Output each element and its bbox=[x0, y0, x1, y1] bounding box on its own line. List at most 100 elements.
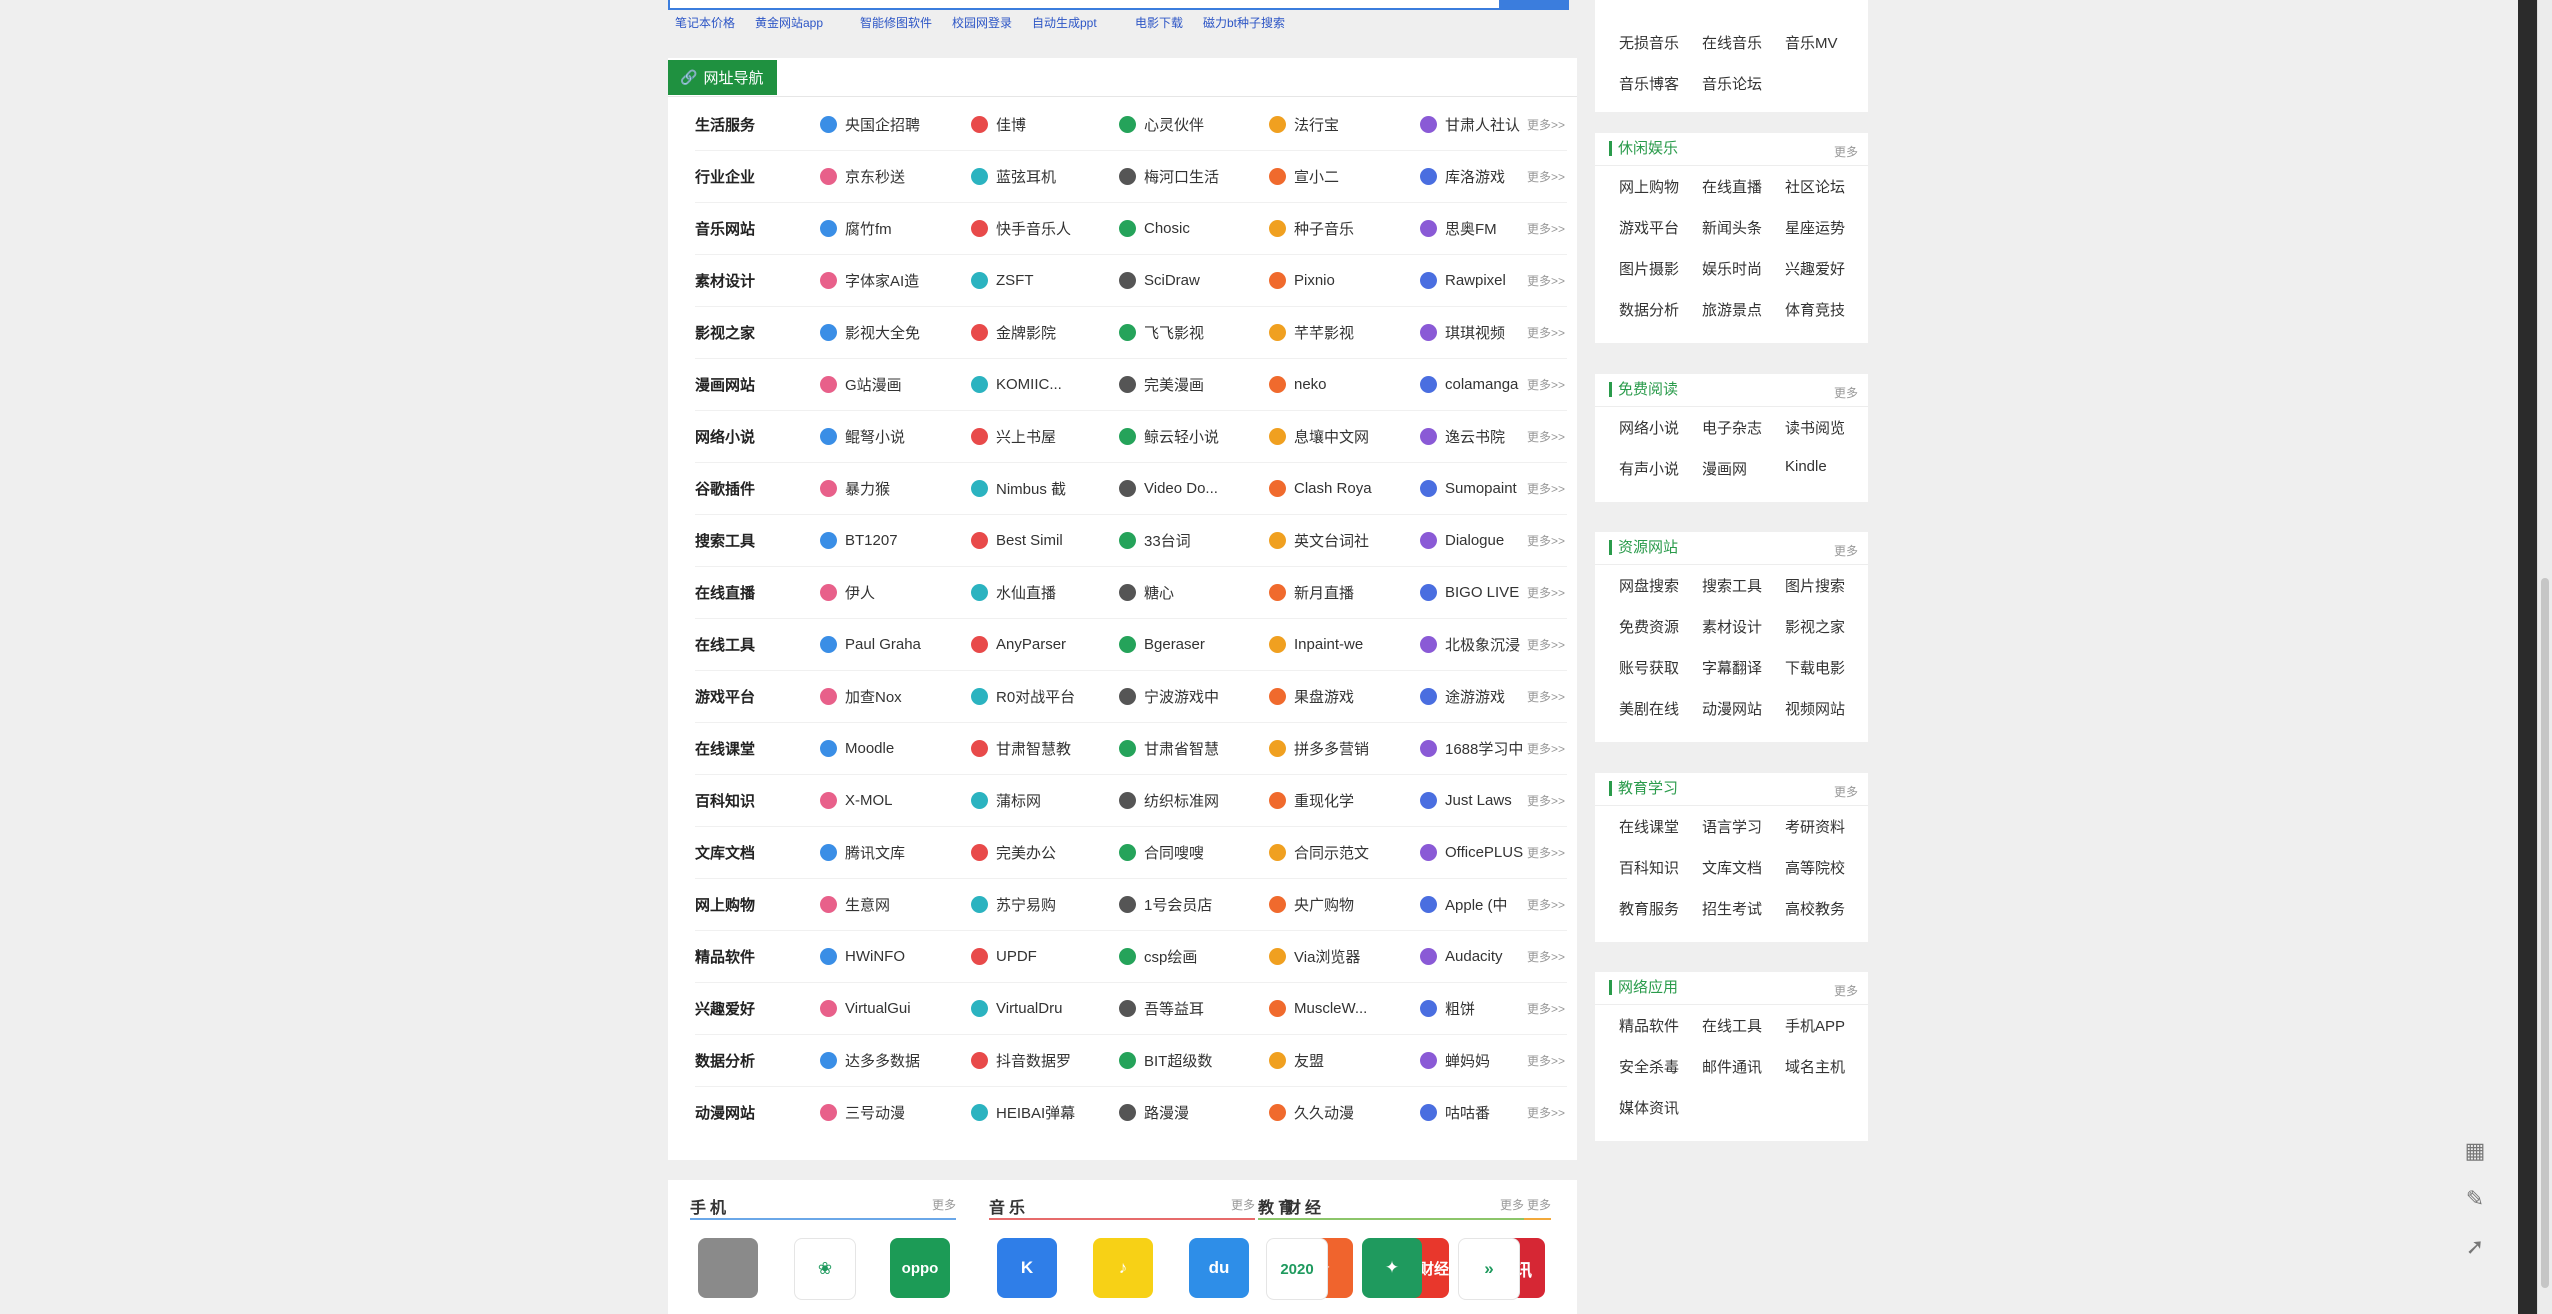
more-link[interactable]: 更多>> bbox=[1527, 688, 1565, 705]
sidebar-link[interactable]: 读书阅览 bbox=[1785, 417, 1845, 438]
site-link[interactable]: 完美办公 bbox=[971, 842, 1056, 863]
sidebar-link[interactable]: 媒体资讯 bbox=[1619, 1097, 1679, 1118]
site-link[interactable]: 甘肃人社认 bbox=[1420, 114, 1520, 135]
hot-link[interactable]: 电影下载 bbox=[1135, 14, 1183, 31]
search-button[interactable] bbox=[1499, 0, 1569, 8]
row-category[interactable]: 在线直播 bbox=[695, 582, 795, 603]
site-link[interactable]: 腾讯文库 bbox=[820, 842, 905, 863]
site-link[interactable]: Clash Roya bbox=[1269, 479, 1372, 497]
more-link[interactable]: 更多>> bbox=[1527, 168, 1565, 185]
sidebar-link[interactable]: 手机APP bbox=[1785, 1015, 1845, 1036]
site-link[interactable]: 北极象沉浸 bbox=[1420, 634, 1520, 655]
sidebar-link[interactable]: 音乐MV bbox=[1785, 32, 1838, 53]
site-link[interactable]: Best Simil bbox=[971, 531, 1063, 549]
site-link[interactable]: 鲸云轻小说 bbox=[1119, 426, 1219, 447]
row-category[interactable]: 在线课堂 bbox=[695, 738, 795, 759]
site-link[interactable]: 京东秒送 bbox=[820, 166, 905, 187]
sidebar-link[interactable]: 在线直播 bbox=[1702, 176, 1762, 197]
site-link[interactable]: 宁波游戏中 bbox=[1119, 686, 1219, 707]
sidebar-link[interactable]: 动漫网站 bbox=[1702, 698, 1762, 719]
qqmusic-icon[interactable]: ♪ bbox=[1093, 1238, 1153, 1298]
site-link[interactable]: 抖音数据罗 bbox=[971, 1050, 1071, 1071]
site-link[interactable]: 苏宁易购 bbox=[971, 894, 1056, 915]
sidebar-link[interactable]: 娱乐时尚 bbox=[1702, 258, 1762, 279]
sidebar-link[interactable]: 数据分析 bbox=[1619, 299, 1679, 320]
app-column-more[interactable]: 更多 bbox=[1231, 1196, 1255, 1213]
site-link[interactable]: 金牌影院 bbox=[971, 322, 1056, 343]
site-link[interactable]: 达多多数据 bbox=[820, 1050, 920, 1071]
hot-link[interactable]: 智能修图软件 bbox=[860, 14, 932, 31]
site-link[interactable]: UPDF bbox=[971, 947, 1037, 965]
site-link[interactable]: 琪琪视频 bbox=[1420, 322, 1505, 343]
more-link[interactable]: 更多>> bbox=[1527, 948, 1565, 965]
site-link[interactable]: Via浏览器 bbox=[1269, 946, 1360, 967]
edu-arrow-icon[interactable]: » bbox=[1458, 1238, 1520, 1300]
site-link[interactable]: 友盟 bbox=[1269, 1050, 1324, 1071]
sidebar-link[interactable]: 美剧在线 bbox=[1619, 698, 1679, 719]
site-link[interactable]: BIT超级数 bbox=[1119, 1050, 1212, 1071]
site-link[interactable]: 33台词 bbox=[1119, 530, 1191, 551]
sidebar-more-link[interactable]: 更多 bbox=[1834, 783, 1858, 800]
site-link[interactable]: 鲲弩小说 bbox=[820, 426, 905, 447]
site-link[interactable]: SciDraw bbox=[1119, 271, 1200, 289]
sidebar-link[interactable]: 网络小说 bbox=[1619, 417, 1679, 438]
edu-2020-icon[interactable]: 2020 bbox=[1266, 1238, 1328, 1300]
site-link[interactable]: Nimbus 截 bbox=[971, 478, 1066, 499]
sidebar-link[interactable]: 文库文档 bbox=[1702, 857, 1762, 878]
sidebar-link[interactable]: 新闻头条 bbox=[1702, 217, 1762, 238]
site-link[interactable]: Apple (中 bbox=[1420, 894, 1508, 915]
site-link[interactable]: 快手音乐人 bbox=[971, 218, 1071, 239]
more-link[interactable]: 更多>> bbox=[1527, 324, 1565, 341]
sidebar-link[interactable]: 在线音乐 bbox=[1702, 32, 1762, 53]
sidebar-link[interactable]: 招生考试 bbox=[1702, 898, 1762, 919]
huawei-icon[interactable]: ❀ bbox=[794, 1238, 856, 1300]
site-link[interactable]: Video Do... bbox=[1119, 479, 1218, 497]
site-link[interactable]: VirtualGui bbox=[820, 999, 911, 1017]
site-link[interactable]: 字体家AI造 bbox=[820, 270, 919, 291]
site-link[interactable]: Paul Graha bbox=[820, 635, 921, 653]
scrollbar-thumb[interactable] bbox=[2541, 578, 2549, 1288]
sidebar-more-link[interactable]: 更多 bbox=[1834, 542, 1858, 559]
site-link[interactable]: MuscleW... bbox=[1269, 999, 1367, 1017]
site-link[interactable]: 1688学习中 bbox=[1420, 738, 1523, 759]
site-link[interactable]: AnyParser bbox=[971, 635, 1066, 653]
sidebar-link[interactable]: 教育服务 bbox=[1619, 898, 1679, 919]
site-link[interactable]: 库洛游戏 bbox=[1420, 166, 1505, 187]
qrcode-icon[interactable]: ▦ bbox=[2460, 1136, 2490, 1166]
site-link[interactable]: 英文台词社 bbox=[1269, 530, 1369, 551]
sidebar-link[interactable]: 高等院校 bbox=[1785, 857, 1845, 878]
sidebar-more-link[interactable]: 更多 bbox=[1834, 384, 1858, 401]
site-link[interactable]: 途游游戏 bbox=[1420, 686, 1505, 707]
row-category[interactable]: 数据分析 bbox=[695, 1050, 795, 1071]
site-link[interactable]: 影视大全免 bbox=[820, 322, 920, 343]
site-link[interactable]: HEIBAI弹幕 bbox=[971, 1102, 1075, 1123]
more-link[interactable]: 更多>> bbox=[1527, 532, 1565, 549]
site-link[interactable]: 重现化学 bbox=[1269, 790, 1354, 811]
sidebar-link[interactable]: 在线工具 bbox=[1702, 1015, 1762, 1036]
site-link[interactable]: Sumopaint bbox=[1420, 479, 1517, 497]
site-link[interactable]: Inpaint-we bbox=[1269, 635, 1363, 653]
site-link[interactable]: colamanga bbox=[1420, 375, 1518, 393]
nav-tab[interactable]: 🔗 网址导航 bbox=[668, 60, 778, 95]
row-category[interactable]: 文库文档 bbox=[695, 842, 795, 863]
sidebar-link[interactable]: 网盘搜索 bbox=[1619, 575, 1679, 596]
row-category[interactable]: 素材设计 bbox=[695, 270, 795, 291]
sidebar-link[interactable]: 游戏平台 bbox=[1619, 217, 1679, 238]
sidebar-link[interactable]: 语言学习 bbox=[1702, 816, 1762, 837]
site-link[interactable]: VirtualDru bbox=[971, 999, 1062, 1017]
row-category[interactable]: 网络小说 bbox=[695, 426, 795, 447]
site-link[interactable]: 三号动漫 bbox=[820, 1102, 905, 1123]
hot-link[interactable]: 自动生成ppt bbox=[1032, 14, 1097, 31]
feedback-icon[interactable]: ✎ bbox=[2460, 1184, 2490, 1214]
more-link[interactable]: 更多>> bbox=[1527, 116, 1565, 133]
site-link[interactable]: 新月直播 bbox=[1269, 582, 1354, 603]
more-link[interactable]: 更多>> bbox=[1527, 584, 1565, 601]
app-column-more[interactable]: 更多 bbox=[1527, 1196, 1551, 1213]
site-link[interactable]: 咕咕番 bbox=[1420, 1102, 1490, 1123]
site-link[interactable]: Just Laws bbox=[1420, 791, 1512, 809]
back-to-top-icon[interactable]: ➚ bbox=[2460, 1232, 2490, 1262]
more-link[interactable]: 更多>> bbox=[1527, 272, 1565, 289]
sidebar-link[interactable]: 下载电影 bbox=[1785, 657, 1845, 678]
row-category[interactable]: 游戏平台 bbox=[695, 686, 795, 707]
search-box[interactable] bbox=[668, 0, 1569, 10]
